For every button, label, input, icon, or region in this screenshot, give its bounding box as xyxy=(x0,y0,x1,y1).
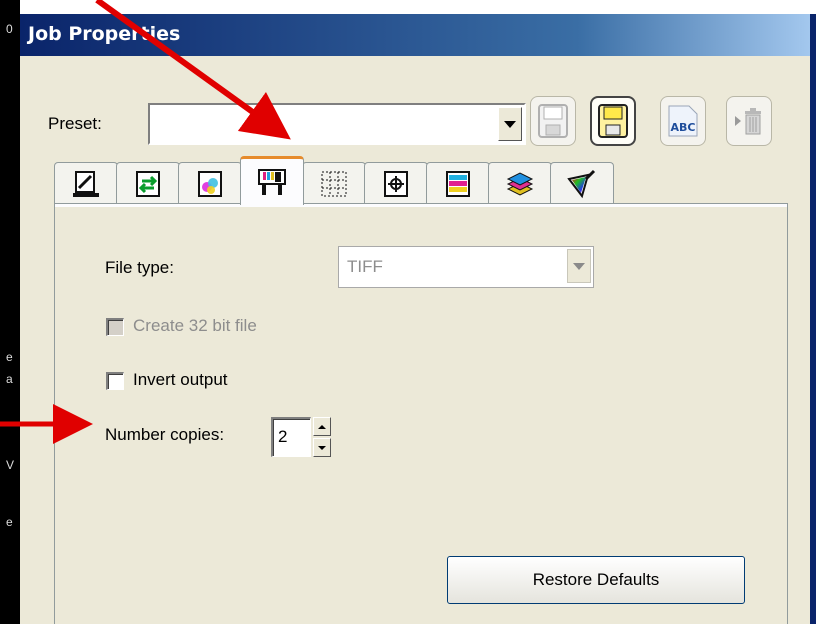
layout-icon xyxy=(73,170,99,197)
trash-icon xyxy=(735,108,761,135)
desktop-text: a xyxy=(6,372,13,386)
desktop-text: e xyxy=(6,350,13,364)
title-bar[interactable]: Job Properties xyxy=(20,14,816,56)
chevron-down-icon[interactable] xyxy=(498,107,522,141)
delete-preset-button[interactable] xyxy=(726,96,772,146)
invert-output-label: Invert output xyxy=(133,370,228,389)
tab-color-bars[interactable] xyxy=(426,162,490,204)
rename-preset-button[interactable]: ABC xyxy=(660,96,706,146)
chevron-down-icon xyxy=(318,445,326,450)
invert-output-checkbox[interactable] xyxy=(106,372,124,390)
window-border xyxy=(810,14,816,624)
grid-icon xyxy=(321,171,347,196)
tab-printer[interactable] xyxy=(240,156,304,205)
file-type-select[interactable]: TIFF xyxy=(338,246,594,288)
tab-crop-marks[interactable] xyxy=(364,162,428,204)
import-icon xyxy=(136,170,160,197)
layers-icon xyxy=(506,171,534,196)
chevron-up-icon xyxy=(318,424,326,429)
file-type-value: TIFF xyxy=(347,257,383,276)
number-copies-input[interactable]: 2 xyxy=(271,417,311,457)
color-bars-icon xyxy=(446,170,470,197)
file-type-label: File type: xyxy=(105,258,174,277)
crop-mark-icon xyxy=(384,170,408,197)
tab-layout[interactable] xyxy=(54,162,118,204)
panel-divider xyxy=(55,204,787,207)
preset-label: Preset: xyxy=(48,114,102,133)
number-copies-stepper[interactable] xyxy=(313,417,331,457)
desktop-text: e xyxy=(6,515,13,529)
tab-import[interactable] xyxy=(116,162,180,204)
chevron-down-icon[interactable] xyxy=(567,249,591,283)
color-icon xyxy=(198,170,222,197)
job-properties-window: Job Properties Preset: ABC File type: TI… xyxy=(20,14,816,624)
restore-defaults-button[interactable]: Restore Defaults xyxy=(447,556,745,604)
tab-color[interactable] xyxy=(178,162,242,204)
tab-grid[interactable] xyxy=(302,162,366,204)
tab-profile[interactable] xyxy=(550,162,614,204)
decrement-button[interactable] xyxy=(313,438,331,457)
save-as-preset-button[interactable] xyxy=(590,96,636,146)
number-copies-label: Number copies: xyxy=(105,425,225,444)
profile-picker-icon xyxy=(567,169,596,198)
abc-document-icon: ABC xyxy=(668,105,698,137)
desktop-text: V xyxy=(6,458,15,472)
desktop-edge: 0 e a V e xyxy=(0,0,20,624)
preset-dropdown[interactable] xyxy=(148,103,526,145)
desktop-text: 0 xyxy=(6,22,13,36)
increment-button[interactable] xyxy=(313,417,331,436)
create-32-bit-checkbox[interactable] xyxy=(106,318,124,336)
create-32-bit-label: Create 32 bit file xyxy=(133,316,257,335)
printer-icon xyxy=(258,169,286,195)
window-title: Job Properties xyxy=(28,23,181,45)
floppy-disk-icon xyxy=(598,104,628,138)
tab-panel-printer: File type: TIFF Create 32 bit file Inver… xyxy=(54,203,788,624)
floppy-disk-icon xyxy=(538,104,568,138)
svg-text:ABC: ABC xyxy=(671,121,696,134)
tab-layers[interactable] xyxy=(488,162,552,204)
save-preset-button[interactable] xyxy=(530,96,576,146)
